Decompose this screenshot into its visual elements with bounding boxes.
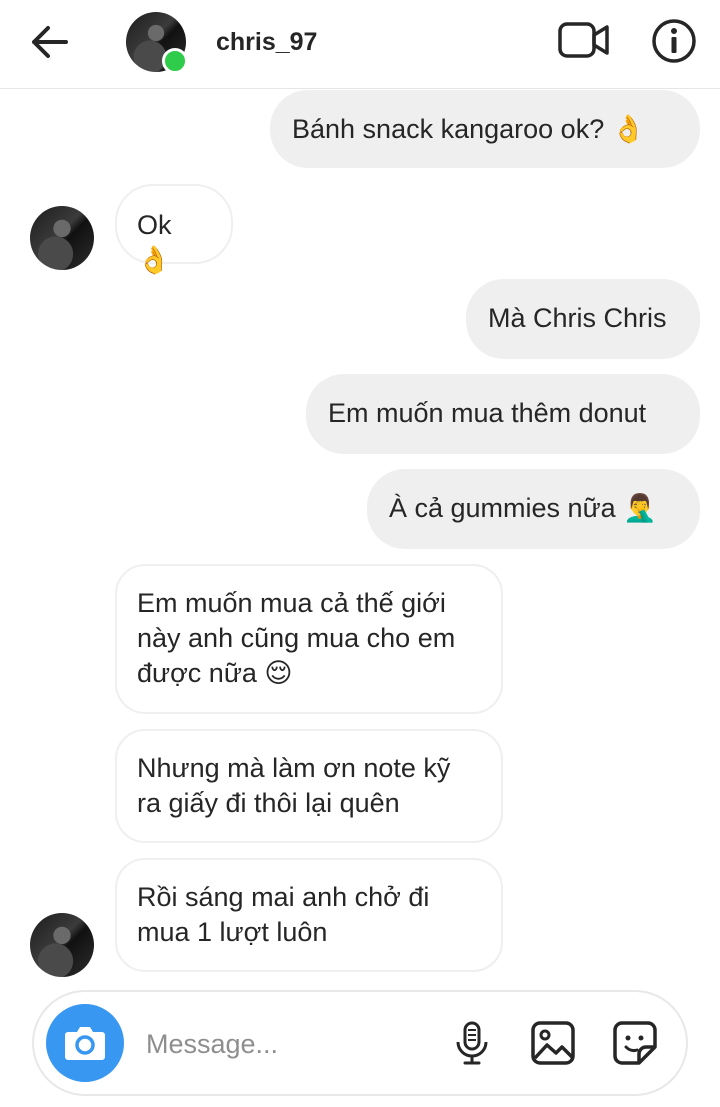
message-bubble-sent[interactable]: Mà Chris Chris [466,279,700,359]
sticker-button[interactable] [612,1020,658,1066]
camera-button[interactable] [46,1004,124,1082]
contact-username[interactable]: chris_97 [216,28,317,57]
gallery-button[interactable] [530,1020,576,1066]
message-text: Nhưng mà làm ơn note kỹ ra giấy đi thôi … [137,753,451,818]
chat-header: chris_97 [0,0,720,89]
microphone-icon [456,1021,488,1065]
info-icon [652,19,696,63]
video-call-button[interactable] [556,18,612,62]
message-bubble-received[interactable]: Em muốn mua cả thế giới này anh cũng mua… [115,564,503,714]
message-text: À cả gummies nữa 🤦‍♂️ [389,493,657,523]
message-text: Bánh snack kangaroo ok? 👌 [292,114,646,144]
info-button[interactable] [651,18,697,64]
message-input[interactable] [144,1020,418,1068]
message-bubble-sent[interactable]: Em muốn mua thêm donut [306,374,700,454]
message-bubble-sent[interactable]: Bánh snack kangaroo ok? 👌 [270,90,700,168]
message-bubble-received[interactable]: Ok 👌 [115,184,233,275]
back-button[interactable] [28,22,72,62]
message-text: Em muốn mua cả thế giới này anh cũng mua… [137,588,456,688]
message-text: Mà Chris Chris [488,303,667,333]
image-icon [531,1021,575,1065]
message-bubble-sent[interactable]: À cả gummies nữa 🤦‍♂️ [367,469,700,549]
message-text: Rồi sáng mai anh chở đi mua 1 lượt luôn [137,882,430,947]
message-text: Em muốn mua thêm donut [328,398,647,428]
arrow-left-icon [32,26,68,58]
sender-avatar[interactable] [30,913,94,977]
online-status-indicator [162,48,188,74]
camera-icon [65,1027,105,1060]
voice-message-button[interactable] [452,1020,492,1066]
sticker-icon [613,1021,657,1065]
message-composer [32,990,688,1096]
message-bubble-received[interactable]: Nhưng mà làm ơn note kỹ ra giấy đi thôi … [115,729,503,843]
sender-avatar[interactable] [30,206,94,270]
message-bubble-received[interactable]: Rồi sáng mai anh chở đi mua 1 lượt luôn [115,858,503,972]
message-text: Ok 👌 [137,210,172,275]
video-camera-icon [558,22,609,58]
